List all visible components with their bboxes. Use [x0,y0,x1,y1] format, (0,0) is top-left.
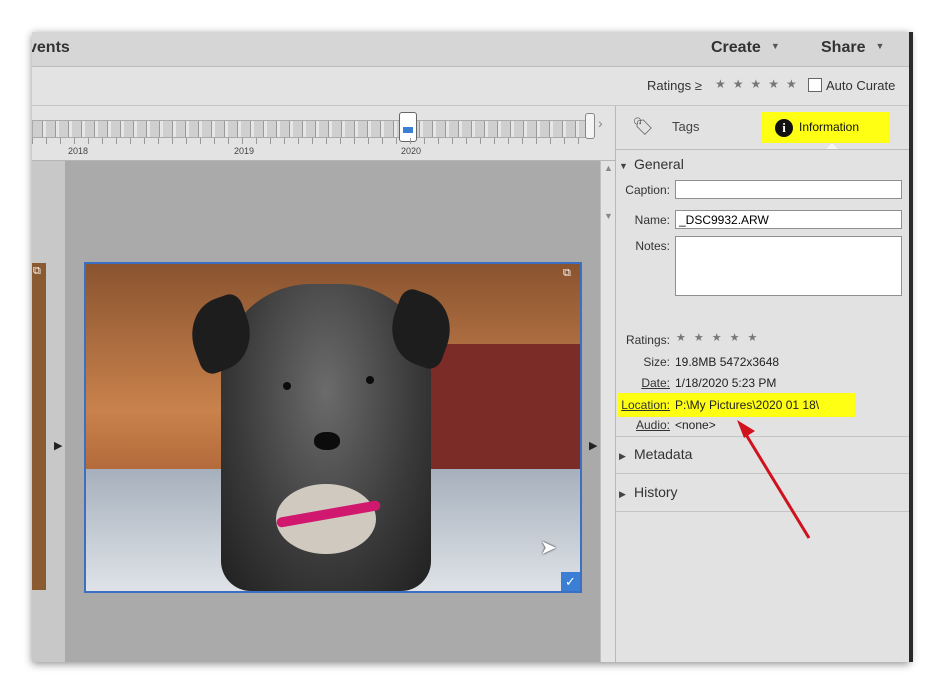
app-title: vents [32,39,70,56]
auto-curate-label: Auto Curate [826,78,896,93]
timeline[interactable]: › 2018 2019 2020 [32,106,615,161]
checkmark-icon[interactable]: ✓ [561,572,580,591]
share-menu[interactable]: Share ▼ [821,39,884,57]
filter-bar: Ratings ≥ ★★★★★ Auto Curate [32,67,910,106]
window-edge [909,32,913,662]
chevron-down-icon: ▼ [770,41,780,51]
photo-content [314,432,340,450]
create-menu[interactable]: Create ▼ [711,39,780,57]
media-grid: ⧉ ▶ ⧉ ✓ ▶ ➤ [32,161,615,662]
top-bar: vents Create ▼ Share ▼ [32,32,910,67]
create-menu-label: Create [711,39,761,56]
stack-icon: ⧉ [33,265,41,277]
chevron-right-icon[interactable]: › [598,115,603,131]
timeline-year: 2019 [234,146,255,156]
timeline-ticks [32,138,589,144]
mouse-cursor-icon: ➤ [540,537,557,559]
grid-scrollbar[interactable]: ▲ ▼ [600,161,616,662]
info-panel: 🏷 Tags i Information ▼ General Caption: N… [615,106,910,662]
ratings-filter-label: Ratings ≥ [647,78,702,93]
previous-thumbnail[interactable] [32,263,46,590]
arrow-shaft [740,427,811,539]
stack-icon: ⧉ [563,267,571,279]
red-annotation-arrow [737,420,811,539]
timeline-year: 2020 [401,146,422,156]
scroll-down-icon[interactable]: ▼ [604,211,613,221]
ratings-filter-stars[interactable]: ★★★★★ [715,77,804,91]
previous-thumbnail-column: ⧉ ▶ [32,161,65,662]
timeline-end-handle[interactable] [585,113,595,139]
timeline-track[interactable] [32,120,591,138]
expand-stack-icon[interactable]: ▶ [54,439,62,452]
organizer-window: vents Create ▼ Share ▼ Ratings ≥ ★★★★★ Aut… [32,32,910,662]
photo-content [366,376,374,384]
timeline-year: 2018 [68,146,89,156]
photo-content [180,290,262,378]
dog-image [180,284,462,591]
expand-stack-icon[interactable]: ▶ [589,439,597,452]
scroll-up-icon[interactable]: ▲ [604,163,613,173]
arrow-head [737,420,755,438]
chevron-down-icon: ▼ [875,41,885,51]
photo-content [283,382,291,390]
auto-curate-checkbox[interactable] [808,78,822,92]
timeline-handle-marker [403,127,413,133]
share-menu-label: Share [821,39,866,56]
selected-photo-thumbnail[interactable]: ⧉ ✓ [84,262,582,593]
